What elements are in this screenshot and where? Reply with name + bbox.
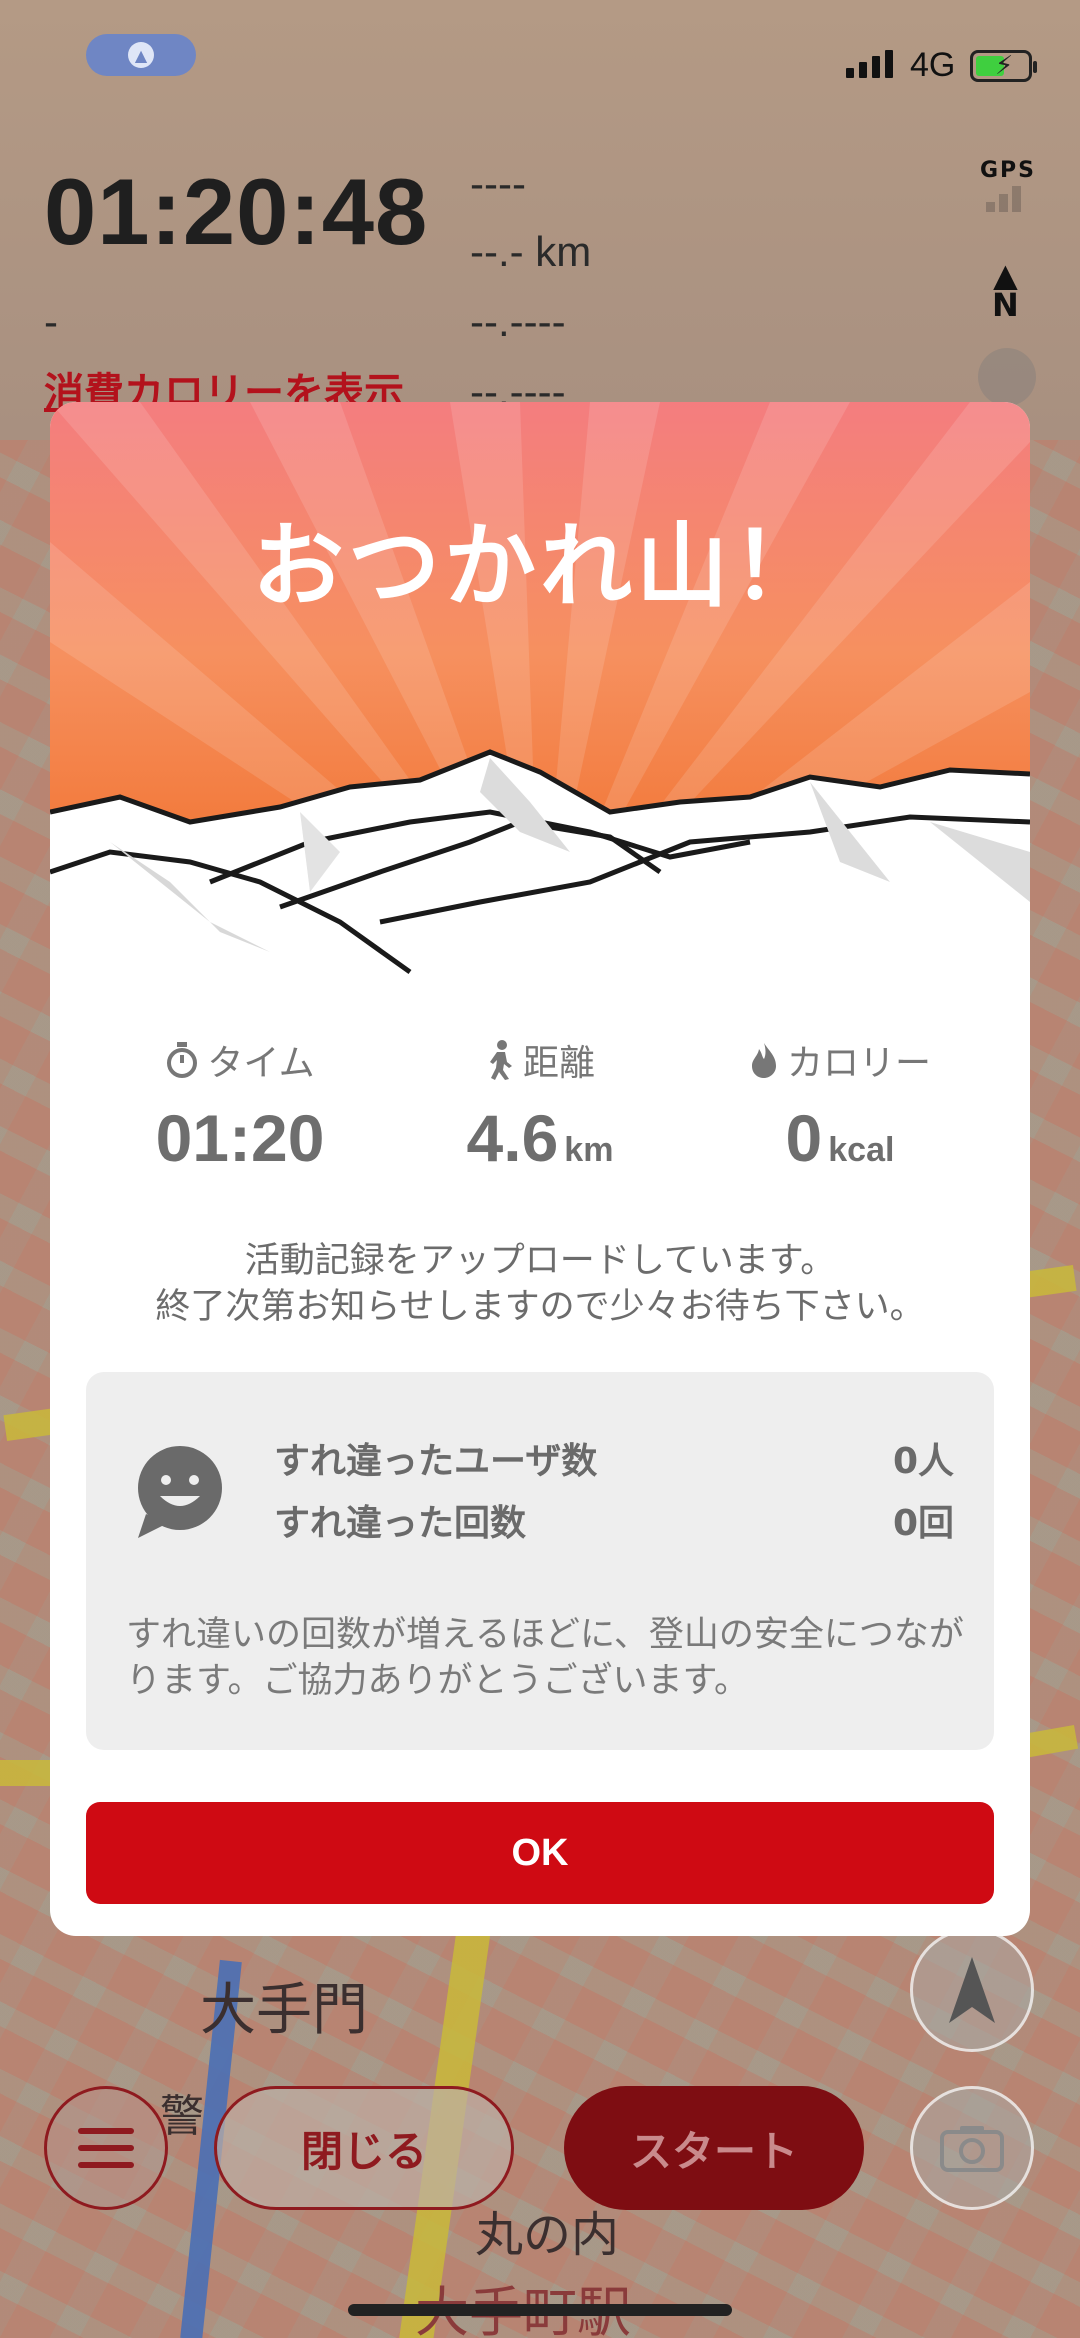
map-label-otemachi-station: 大手町駅 <box>415 2281 631 2338</box>
ok-button[interactable]: OK <box>86 1802 994 1904</box>
passed-count-label: すれ違った回数 <box>274 1503 527 1544</box>
stopwatch-icon <box>167 1042 198 1078</box>
finish-dialog: おつかれ山！ タイム 01:20 距離 4.6 km カロリー 0 kcal 活… <box>50 402 1030 1936</box>
upload-message: 活動記録をアップロードしています。 終了次第お知らせしますので少々お待ち下さい。 <box>50 1238 1030 1330</box>
location-pill: ▲ <box>86 34 196 76</box>
menu-button[interactable] <box>44 2086 168 2210</box>
activity-stats: タイム 01:20 距離 4.6 km カロリー 0 kcal <box>50 1034 1030 1194</box>
gps-label: GPS <box>980 158 1037 183</box>
compass-button[interactable] <box>910 1928 1034 2052</box>
stat-time-label: タイム <box>207 1043 315 1084</box>
stat-distance-value: 4.6 <box>466 1101 559 1175</box>
map-label-otemon: 大手門 <box>200 1978 368 2043</box>
navigation-arrow-icon: ▲ <box>128 42 154 68</box>
compass-arrow-icon <box>949 1957 995 2023</box>
cellular-signal-icon <box>846 50 893 78</box>
stat-calories-value: 0 <box>785 1101 823 1175</box>
stat-distance-label: 距離 <box>522 1043 595 1084</box>
passed-users-value: 0人 <box>892 1441 954 1482</box>
camera-button[interactable] <box>910 2086 1034 2210</box>
passing-face-icon <box>978 348 1036 406</box>
passing-note: すれ違いの回数が増えるほどに、登山の安全につながります。ご協力ありがとうございま… <box>126 1615 964 1701</box>
stat-calories-label: カロリー <box>786 1043 931 1084</box>
passed-users-label: すれ違ったユーザ数 <box>274 1441 598 1482</box>
passed-count-row: すれ違った回数 0回 <box>274 1494 954 1546</box>
stat-calories-unit: kcal <box>828 1131 895 1169</box>
network-type: 4G <box>910 46 956 84</box>
distance-readout: --.- km <box>470 228 592 275</box>
walker-icon <box>489 1040 512 1080</box>
gps-signal-icon <box>986 186 1021 212</box>
start-button[interactable]: スタート <box>564 2086 864 2210</box>
stat-distance-unit: km <box>564 1131 614 1169</box>
home-indicator <box>348 2304 732 2316</box>
smiley-chat-icon <box>138 1446 222 1538</box>
passing-info-box: すれ違ったユーザ数 0人 すれ違った回数 0回 すれ違いの回数が増えるほどに、登… <box>86 1372 994 1750</box>
dialog-title: おつかれ山！ <box>251 513 828 620</box>
battery-icon: ⚡ <box>970 50 1037 82</box>
stat-time: タイム 01:20 <box>90 1034 390 1176</box>
close-button[interactable]: 閉じる <box>214 2086 514 2210</box>
map-label-marunouchi: 丸の内 <box>475 2207 620 2263</box>
stat-distance: 距離 4.6 km <box>390 1034 690 1176</box>
info-line-1: ---- <box>470 160 526 207</box>
stat-time-value: 01:20 <box>155 1101 325 1175</box>
passed-users-row: すれ違ったユーザ数 0人 <box>274 1432 954 1484</box>
mountain-illustration <box>50 749 1030 992</box>
passed-count-value: 0回 <box>892 1503 954 1544</box>
stat-calories: カロリー 0 kcal <box>690 1034 990 1176</box>
north-indicator[interactable]: ▲ N <box>992 259 1019 324</box>
hamburger-menu-icon <box>78 2128 134 2168</box>
tracking-header: ▲ 4G ⚡ 01:20:48 ---- --.- km - --.---- -… <box>0 0 1080 440</box>
camera-icon <box>940 2126 1004 2172</box>
info-line-3: --.---- <box>470 298 566 345</box>
upload-message-line1: 活動記録をアップロードしています。 <box>244 1241 836 1281</box>
elapsed-time: 01:20:48 <box>44 159 429 264</box>
flame-icon <box>751 1043 776 1078</box>
left-readout: - <box>44 298 58 345</box>
upload-message-line2: 終了次第お知らせしますので少々お待ち下さい。 <box>155 1287 925 1327</box>
north-label: N <box>992 286 1019 324</box>
